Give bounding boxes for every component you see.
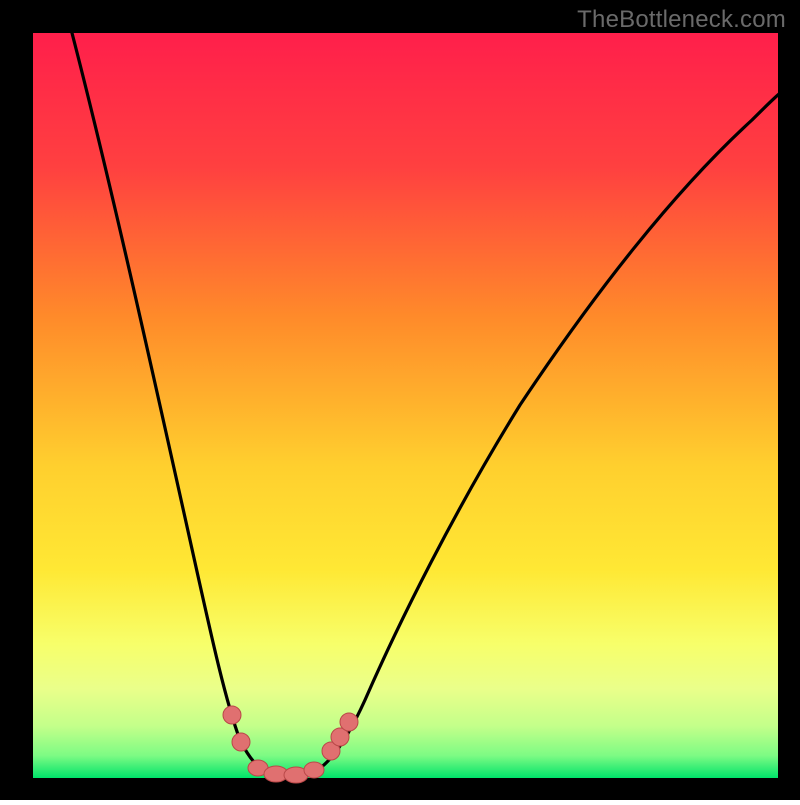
- chart-background-gradient: [33, 33, 778, 778]
- watermark-text: TheBottleneck.com: [577, 6, 786, 34]
- chart-svg: [0, 0, 800, 800]
- bottleneck-chart: [0, 0, 800, 800]
